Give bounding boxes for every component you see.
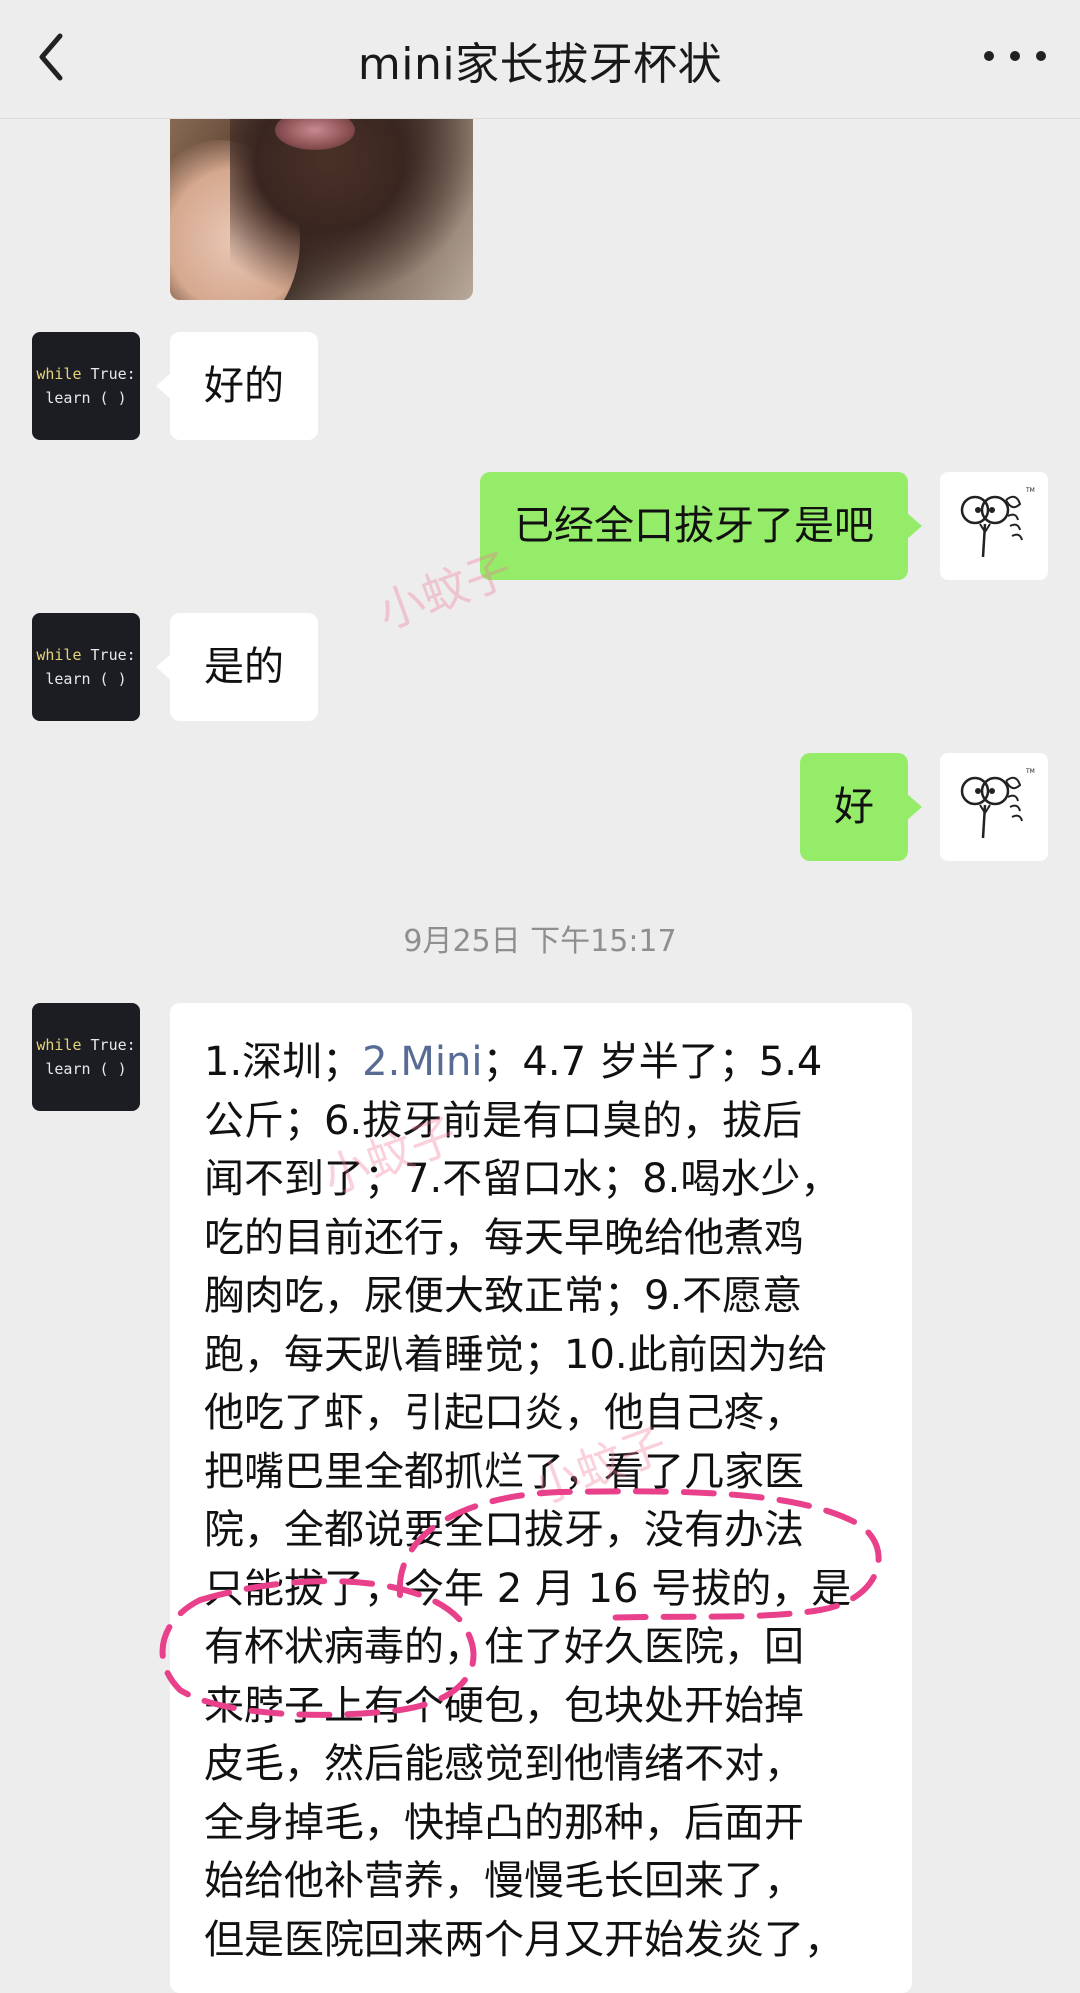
chat-title: mini家长拔牙杯状 [357,39,723,90]
more-dots-icon [984,51,994,61]
highlight-annotation [159,1488,882,1718]
chat-header: mini家长拔牙杯状 [0,0,1080,119]
more-options-button[interactable] [980,40,1050,70]
